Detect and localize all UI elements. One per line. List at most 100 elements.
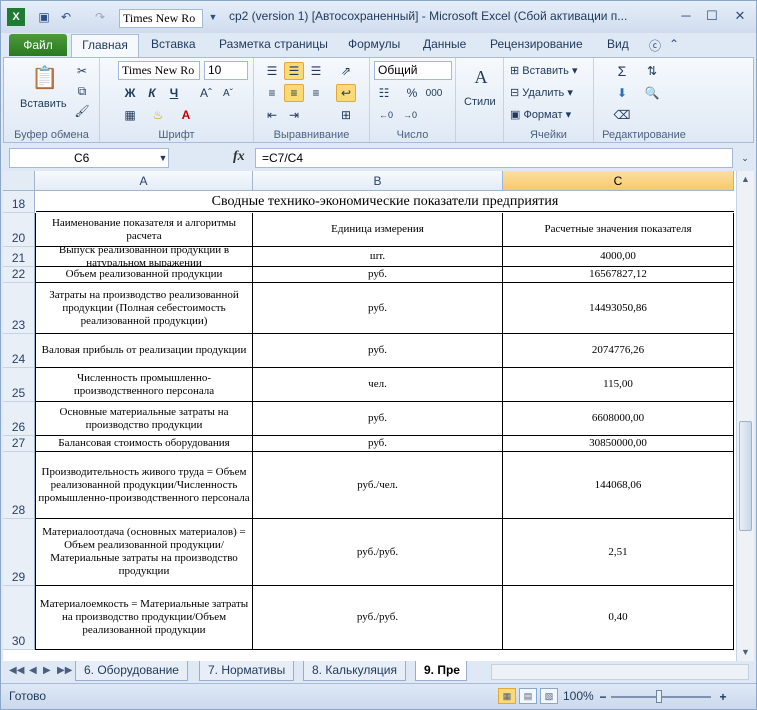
table-cell-b[interactable]: руб./чел. [253,452,503,519]
table-cell-b[interactable]: руб. [253,334,503,368]
table-cell-c[interactable]: 2,51 [503,519,734,586]
delete-cells-button[interactable]: ⊟ Удалить ▾ [510,86,573,99]
help-icon[interactable]: ⓒ [649,37,661,54]
row-header[interactable]: 30 [3,586,35,650]
table-cell-b[interactable]: шт. [253,247,503,267]
row-header[interactable]: 29 [3,519,35,586]
table-cell-a[interactable]: Наименование показателя и алгоритмы расч… [35,213,253,247]
page-break-view-icon[interactable]: ▧ [540,688,558,704]
redo-icon[interactable]: ↷ [91,8,109,26]
row-header[interactable]: 18 [3,191,35,213]
table-cell-b[interactable]: руб. [253,402,503,436]
table-cell-b[interactable]: руб. [253,267,503,283]
fill-icon[interactable]: ⬇ [612,84,632,102]
row-header[interactable]: 28 [3,452,35,519]
column-header-b[interactable]: B [253,171,503,191]
sheet-tab-active[interactable]: 9. Пре [415,661,467,681]
paste-button[interactable]: Вставить [20,98,67,110]
insert-cells-button[interactable]: ⊞ Вставить ▾ [510,64,578,77]
increase-decimal-icon[interactable]: ←0 [376,106,396,124]
select-all-corner[interactable] [3,171,35,191]
sheet-tab-calculation[interactable]: 8. Калькуляция [303,661,406,681]
zoom-slider-handle[interactable] [656,690,662,703]
save-icon[interactable]: ▣ [35,8,53,26]
next-sheet-icon[interactable]: ▶ [43,665,51,676]
grow-font-icon[interactable]: Aˆ [196,84,216,102]
tab-home[interactable]: Главная [71,34,139,57]
name-box[interactable]: C6 [9,148,169,168]
sheet-tab-norms[interactable]: 7. Нормативы [199,661,295,681]
horizontal-scrollbar[interactable] [491,664,749,680]
formula-input[interactable]: =C7/C4 [255,148,733,168]
minimize-button[interactable]: ─ [673,7,699,25]
table-cell-b[interactable]: руб. [253,283,503,334]
underline-button[interactable]: Ч [164,84,184,102]
page-layout-view-icon[interactable]: ▤ [519,688,537,704]
expand-formula-bar-icon[interactable]: ⌄ [735,149,755,167]
format-painter-icon[interactable]: 🖌 [72,102,92,120]
fill-color-icon[interactable]: ♨ [148,106,168,124]
align-right-icon[interactable]: ≡ [306,84,326,102]
font-name-combo[interactable]: Times New Ro [118,61,200,80]
styles-button[interactable]: Стили [464,96,496,108]
table-cell-b[interactable]: руб./руб. [253,519,503,586]
copy-icon[interactable]: ⧉ [72,82,92,100]
undo-icon[interactable]: ↶ [57,8,75,26]
insert-function-button[interactable]: fx [233,149,245,165]
increase-indent-icon[interactable]: ⇥ [284,106,304,124]
table-cell-c[interactable]: 115,00 [503,368,734,402]
close-button[interactable]: ✕ [727,7,753,25]
table-cell-a[interactable]: Материалоемкость = Материальные затраты … [35,586,253,650]
chevron-down-icon[interactable]: ▼ [204,8,222,26]
first-sheet-icon[interactable]: ◀◀ [9,665,24,676]
column-header-a[interactable]: A [35,171,253,191]
table-cell-c[interactable]: Расчетные значения показателя [503,213,734,247]
align-middle-icon[interactable]: ☰ [284,62,304,80]
table-cell-b[interactable]: руб. [253,436,503,452]
table-cell-a[interactable]: Производительность живого труда = Объем … [35,452,253,519]
row-header[interactable]: 27 [3,436,35,452]
font-size-combo[interactable]: 10 [204,61,248,80]
percent-button[interactable]: % [402,84,422,102]
table-cell-c[interactable]: 14493050,86 [503,283,734,334]
minimize-ribbon-icon[interactable]: ⌃ [669,37,679,51]
sort-filter-icon[interactable]: ⇅ [642,62,662,80]
row-header[interactable]: 23 [3,283,35,334]
row-header[interactable]: 21 [3,247,35,267]
zoom-level[interactable]: 100% [563,689,594,703]
zoom-in-icon[interactable]: + [713,688,733,706]
scroll-up-icon[interactable]: ▲ [738,172,753,187]
table-cell-a[interactable]: Затраты на производство реализованной пр… [35,283,253,334]
table-cell-c[interactable]: 2074776,26 [503,334,734,368]
table-cell-b[interactable]: руб./руб. [253,586,503,650]
tab-insert[interactable]: Вставка [151,37,196,51]
sheet-tab-equipment[interactable]: 6. Оборудование [75,661,188,681]
orientation-icon[interactable]: ⇗ [336,62,356,80]
italic-button[interactable]: К [142,84,162,102]
cut-icon[interactable]: ✂ [72,62,92,80]
find-select-icon[interactable]: 🔍 [642,84,662,102]
row-header[interactable]: 26 [3,402,35,436]
row-header[interactable]: 22 [3,267,35,283]
zoom-out-icon[interactable]: − [593,688,613,706]
format-cells-button[interactable]: ▣ Формат ▾ [510,108,571,121]
table-cell-b[interactable]: Единица измерения [253,213,503,247]
thousands-button[interactable]: 000 [424,84,444,102]
tab-page-layout[interactable]: Разметка страницы [219,37,328,51]
vertical-scrollbar[interactable]: ▲ ▼ [736,171,754,661]
row-header[interactable]: 25 [3,368,35,402]
align-center-icon[interactable]: ≡ [284,84,304,102]
paste-icon[interactable]: 📋 [31,64,58,92]
borders-icon[interactable]: ▦ [120,106,140,124]
table-cell-c[interactable]: 16567827,12 [503,267,734,283]
tab-formulas[interactable]: Формулы [348,37,400,51]
merge-cells-icon[interactable]: ⊞ [336,106,356,124]
decrease-indent-icon[interactable]: ⇤ [262,106,282,124]
last-sheet-icon[interactable]: ▶▶ [57,665,72,676]
autosum-icon[interactable]: Σ [612,62,632,80]
table-cell-a[interactable]: Валовая прибыль от реализации продукции [35,334,253,368]
font-color-icon[interactable]: A [176,106,196,124]
name-box-dropdown-icon[interactable]: ▼ [153,149,173,167]
table-cell-a[interactable]: Численность промышленно-производственног… [35,368,253,402]
table-cell-c[interactable]: 30850000,00 [503,436,734,452]
